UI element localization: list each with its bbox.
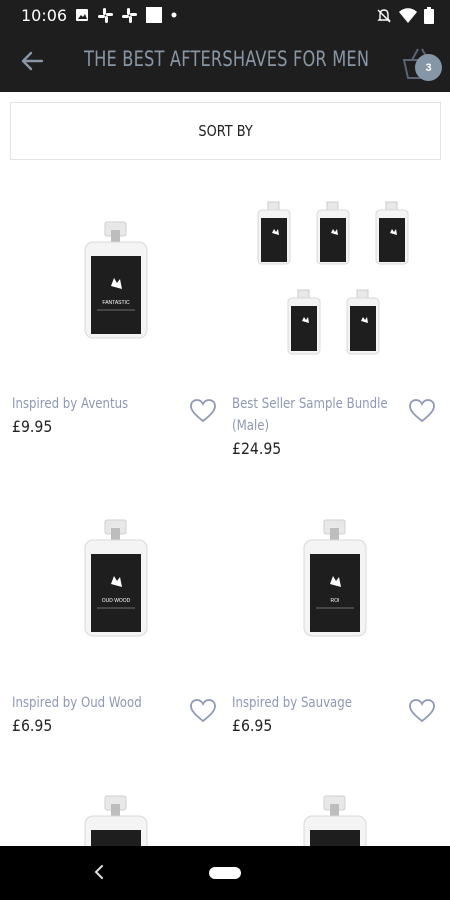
product-name-line1: Best Seller Sample Bundle	[232, 396, 388, 412]
product-image: ROI	[303, 519, 367, 637]
product-image-partial	[84, 795, 148, 846]
status-time: 10:06	[21, 6, 68, 25]
dnd-off-icon	[377, 8, 391, 22]
slack-icon	[98, 7, 113, 23]
sort-by-label: SORT BY	[198, 122, 253, 140]
nav-home-pill[interactable]	[209, 867, 241, 879]
arrow-left-icon	[21, 51, 44, 71]
product-name[interactable]: Inspired by Sauvage	[232, 692, 400, 714]
product-card[interactable]: Best Seller Sample Bundle (Male) £24.95	[225, 180, 445, 460]
status-bar: 10:06	[0, 0, 450, 30]
product-bundle-image	[257, 201, 409, 355]
system-nav-bar	[0, 846, 450, 900]
cart-count-badge: 3	[415, 54, 442, 81]
page-title: THE BEST AFTERSHAVES FOR MEN	[84, 47, 370, 71]
square-notification-icon	[146, 7, 162, 23]
product-card[interactable]: FANTASTIC Inspired by Aventus £9.95	[5, 180, 225, 460]
system-icons	[376, 7, 434, 24]
wifi-icon	[399, 7, 417, 23]
product-price: £9.95	[12, 417, 53, 436]
bottle-1	[257, 201, 291, 265]
product-card[interactable]: OUD WOOD Inspired by Oud Wood £6.95	[5, 480, 225, 760]
product-price: £24.95	[232, 439, 282, 458]
product-name[interactable]: Inspired by Aventus	[12, 393, 180, 415]
slack-icon-2	[122, 7, 137, 23]
sort-by-button[interactable]: SORT BY	[10, 102, 441, 160]
heart-icon[interactable]	[409, 699, 435, 723]
product-price: £6.95	[232, 716, 273, 735]
heart-icon[interactable]	[190, 699, 216, 723]
nav-back-icon[interactable]	[93, 864, 105, 880]
battery-icon	[424, 7, 434, 24]
bottle-2	[316, 201, 350, 265]
product-image: OUD WOOD	[84, 519, 148, 637]
product-name[interactable]: Inspired by Oud Wood	[12, 692, 180, 714]
product-image: FANTASTIC	[84, 221, 148, 339]
heart-icon[interactable]	[409, 399, 435, 423]
product-card[interactable]: ROI Inspired by Sauvage £6.95	[225, 480, 445, 760]
image-notification-icon	[76, 9, 88, 21]
bottle-5	[346, 289, 380, 355]
bottle-label: OUD WOOD	[102, 598, 131, 604]
bottle-label: FANTASTIC	[102, 300, 130, 306]
app-bar: THE BEST AFTERSHAVES FOR MEN	[0, 30, 450, 92]
back-button[interactable]	[20, 49, 46, 73]
bottle-4	[287, 289, 321, 355]
heart-icon[interactable]	[190, 399, 216, 423]
bottle-label: ROI	[331, 598, 340, 604]
product-image-partial	[303, 795, 367, 846]
dot-icon	[171, 12, 177, 18]
product-name-line2: (Male)	[232, 418, 270, 434]
product-name[interactable]: Best Seller Sample Bundle (Male)	[232, 393, 400, 437]
bottle-3	[375, 201, 409, 265]
notification-icons	[75, 7, 177, 23]
product-price: £6.95	[12, 716, 53, 735]
